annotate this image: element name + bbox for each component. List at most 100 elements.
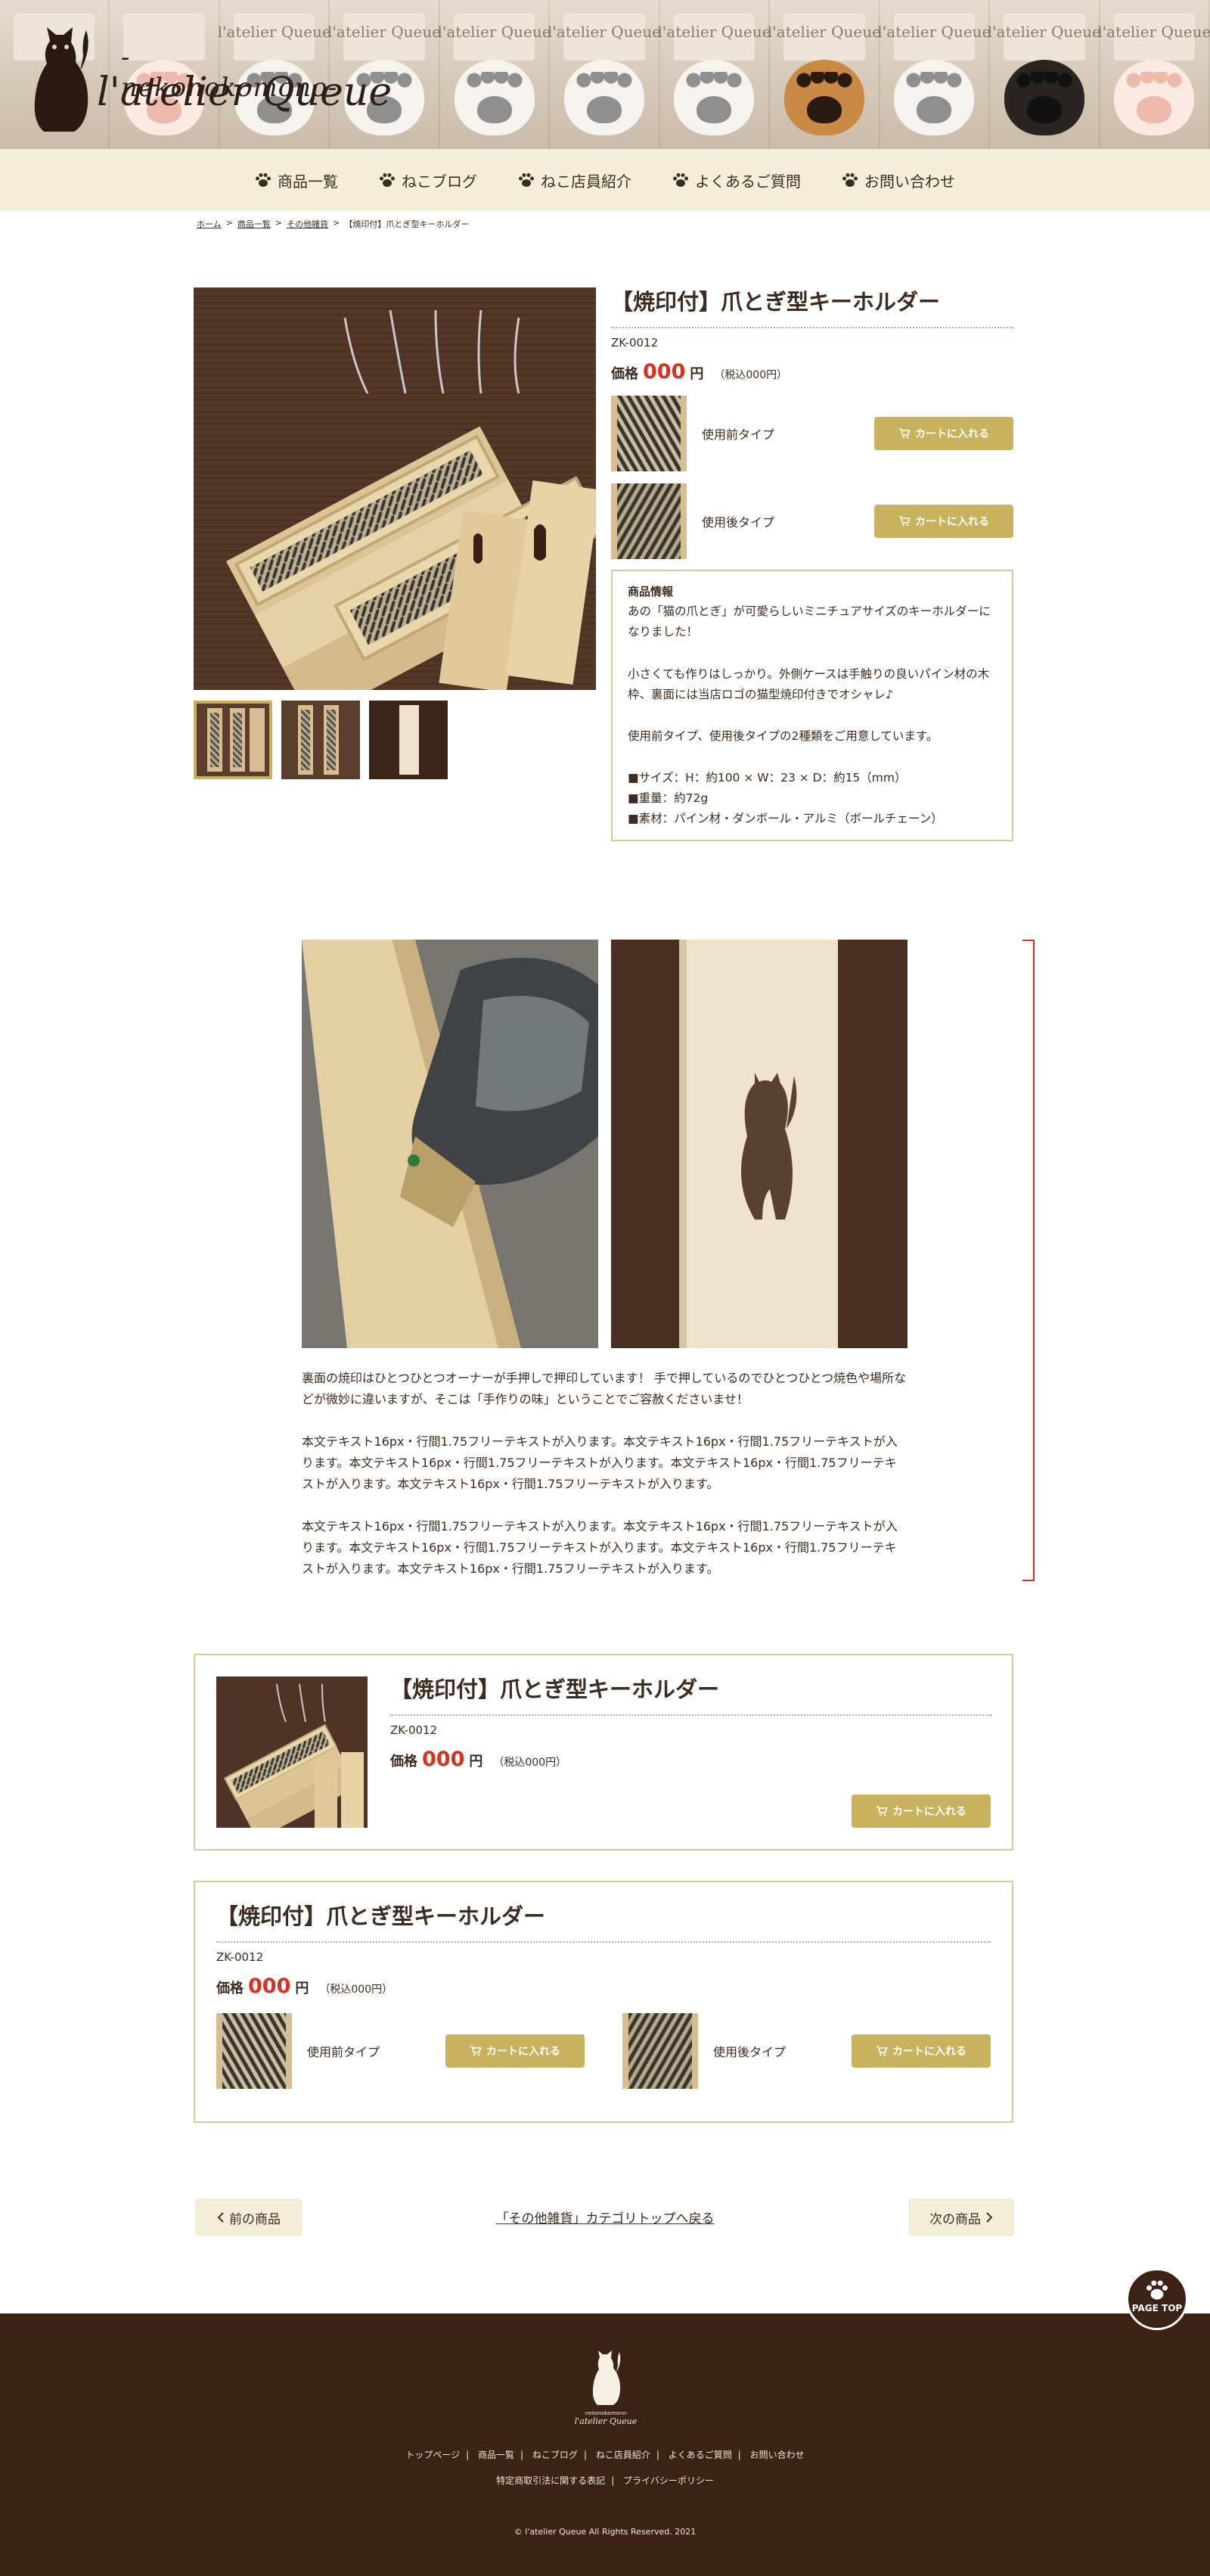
nav-item-contact[interactable]: お問い合わせ (842, 169, 955, 191)
thumbnail-3[interactable] (369, 701, 448, 779)
branding-iron-photo (302, 940, 598, 1348)
add-to-cart-button[interactable]: カートに入れる (852, 1794, 991, 1828)
card-info: 【焼印付】爪とぎ型キーホルダー ZK-0012 価格 000 円 （税込000円） (390, 1672, 992, 1771)
variant-label: 使用前タイプ (307, 2045, 380, 2059)
nav-item-label: 商品一覧 (278, 172, 338, 191)
variant-image (611, 483, 687, 559)
footer-link-top[interactable]: トップページ (405, 2450, 460, 2460)
footer-separator: | (583, 2450, 587, 2460)
prev-product-button[interactable]: 前の商品 (195, 2198, 302, 2236)
button-label: カートに入れる (915, 428, 989, 440)
footer-separator: | (611, 2475, 615, 2486)
variant-row: 使用後タイプ カートに入れる (622, 2013, 991, 2089)
add-to-cart-button[interactable]: カートに入れる (874, 505, 1013, 538)
prev-label: 前の商品 (229, 2211, 281, 2227)
footer-logo-title: l'atelier Queue (574, 2416, 638, 2426)
branded-wood-photo (611, 940, 908, 1348)
breadcrumb-home[interactable]: ホーム (197, 218, 222, 230)
footer-logo-subtitle: -nekonokomono- (583, 2410, 628, 2416)
price-label: 価格 (216, 1981, 244, 1996)
paw-icon (842, 173, 858, 187)
hero-tag-text: l'atelier Queue (437, 23, 551, 41)
breadcrumb-separator: > (275, 218, 283, 228)
hero-tile: l'atelier Queue (547, 0, 662, 149)
card-product-image (216, 1676, 368, 1828)
variant-image (611, 396, 687, 471)
footer-link-tokushoho[interactable]: 特定商取引法に関する表記 (496, 2475, 605, 2486)
footer-link-contact[interactable]: お問い合わせ (750, 2450, 805, 2460)
paw-icon (1146, 2280, 1168, 2300)
hero-tile: l'atelier Queue (988, 0, 1101, 149)
footer-separator: | (737, 2450, 741, 2460)
variant-image (216, 2013, 292, 2089)
price-tax: （税込000円） (493, 1757, 567, 1769)
button-label: カートに入れる (892, 1806, 966, 1818)
product-card-single: 【焼印付】爪とぎ型キーホルダー ZK-0012 価格 000 円 （税込000円）… (194, 1654, 1013, 1850)
hero-tile: l'atelier Queue (437, 0, 551, 149)
price-label: 価格 (390, 1754, 417, 1770)
category-top-link[interactable]: 「その他雑貨」カテゴリトップへ戻る (454, 2208, 756, 2226)
page-top-button[interactable]: PAGE TOP (1126, 2268, 1188, 2330)
add-to-cart-button[interactable]: カートに入れる (874, 417, 1013, 450)
add-to-cart-button[interactable]: カートに入れる (445, 2034, 585, 2068)
footer-link-blog[interactable]: ねこブログ (532, 2450, 578, 2460)
price-label: 価格 (611, 366, 638, 382)
paw-icon (519, 173, 534, 187)
price-tax: （税込000円） (714, 369, 788, 381)
chevron-right-icon (986, 2212, 993, 2223)
thumbnail-2[interactable] (281, 701, 360, 779)
hero-tile: l'atelier Queue (768, 0, 881, 149)
product-title: 【焼印付】爪とぎ型キーホルダー (611, 284, 1013, 328)
cat-silhouette-icon (592, 2351, 621, 2405)
cart-icon (876, 2046, 888, 2056)
product-code: ZK-0012 (611, 336, 659, 350)
add-to-cart-button[interactable]: カートに入れる (852, 2034, 991, 2068)
footer-logo[interactable]: -nekonokomono- l'atelier Queue (572, 2350, 640, 2433)
price-unit: 円 (690, 366, 704, 382)
footer-nav: トップページ | 商品一覧 | ねこブログ | ねこ店員紹介 | よくあるご質問 | お問… (0, 2448, 1210, 2461)
next-product-button[interactable]: 次の商品 (908, 2198, 1014, 2236)
variant-row: 使用前タイプ カートに入れる (216, 2013, 585, 2089)
nav-item-label: ねこブログ (402, 172, 477, 191)
product-spec-box: 商品情報 あの「猫の爪とぎ」が可愛らしいミニチュアサイズのキーホルダーになりまし… (611, 570, 1013, 842)
price-value: 000 (248, 1975, 291, 1998)
footer-link-products[interactable]: 商品一覧 (478, 2450, 514, 2460)
description-paragraph: 本文テキスト16px・行間1.75フリーテキストが入ります。本文テキスト16px… (302, 1434, 898, 1491)
hero-tag-text: l'atelier Queue (547, 23, 662, 41)
spec-text: あの「猫の爪とぎ」が可愛らしいミニチュアサイズのキーホルダーになりました！ (628, 604, 991, 639)
product-card-variants: 【焼印付】爪とぎ型キーホルダー ZK-0012 価格 000 円 （税込000円）… (194, 1881, 1013, 2123)
site-logo[interactable]: -nekonokomono- l'atelier Queue (24, 21, 392, 135)
hero-tag-text: l'atelier Queue (327, 23, 442, 41)
footer-link-privacy[interactable]: プライバシーポリシー (623, 2475, 714, 2486)
hero-tile: l'atelier Queue (1097, 0, 1210, 149)
description-paragraph: 本文テキスト16px・行間1.75フリーテキストが入ります。本文テキスト16px… (302, 1519, 898, 1576)
paw-icon (380, 173, 395, 187)
breadcrumb-products[interactable]: 商品一覧 (237, 218, 271, 230)
chevron-left-icon (217, 2212, 224, 2223)
hero-banner: l'atelier Queue l'atelier Queue l'atelie… (0, 0, 1210, 149)
nav-item-blog[interactable]: ねこブログ (379, 169, 477, 191)
footer-link-faq[interactable]: よくあるご質問 (669, 2450, 732, 2460)
nav-item-products[interactable]: 商品一覧 (255, 169, 338, 191)
variant-row: 使用後タイプ カートに入れる (611, 483, 1013, 559)
breadcrumb-current: 【焼印付】爪とぎ型キーホルダー (344, 219, 470, 229)
nav-item-label: お問い合わせ (864, 172, 955, 191)
product-price: 価格 000 円 （税込000円） (611, 360, 1013, 384)
button-label: カートに入れる (915, 516, 989, 528)
nav-item-label: よくあるご質問 (695, 172, 801, 191)
card-price: 価格 000 円 （税込000円） (216, 1975, 991, 1998)
cat-silhouette-icon (34, 27, 88, 132)
breadcrumb-category[interactable]: その他雑貨 (287, 218, 328, 230)
thumbnail-1[interactable] (194, 701, 272, 779)
hero-tag-text: l'atelier Queue (877, 23, 991, 41)
hero-tile: l'atelier Queue (657, 0, 771, 149)
logo-title: l'atelier Queue (97, 70, 392, 115)
cart-icon (899, 428, 911, 439)
footer-link-staff[interactable]: ねこ店員紹介 (596, 2450, 650, 2460)
nav-item-staff[interactable]: ねこ店員紹介 (518, 169, 631, 191)
spec-text: 小さくても作りはしっかり。外側ケースは手触りの良いパイン材の木枠、裏面には当店ロ… (628, 667, 990, 701)
keyholder-photo (194, 287, 596, 690)
nav-item-faq[interactable]: よくあるご質問 (672, 169, 801, 191)
global-nav: 商品一覧 ねこブログ ねこ店員紹介 よくあるご質問 お問い合わせ (0, 149, 1210, 211)
variant-row: 使用前タイプ カートに入れる (611, 396, 1013, 471)
